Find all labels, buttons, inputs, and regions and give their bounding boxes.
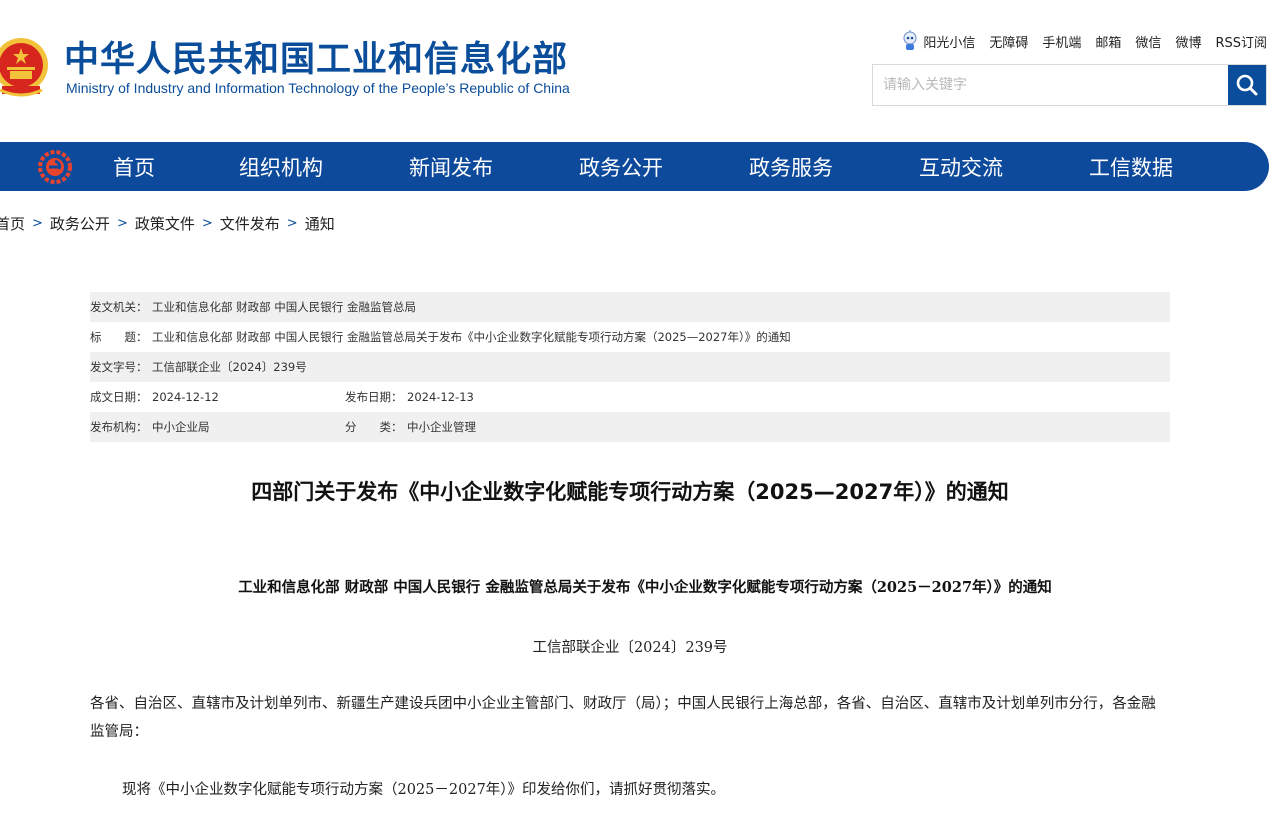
meta-row-org: 发布机构： 中小企业局 分 类： 中小企业管理 [90, 412, 1170, 442]
nav-item-interaction[interactable]: 互动交流 [919, 142, 1003, 191]
search-box [872, 64, 1267, 106]
meta-label: 分 类： [345, 420, 403, 434]
article-paragraph: 现将《中小企业数字化赋能专项行动方案（2025－2027年）》印发给你们，请抓好… [122, 782, 726, 798]
meta-label: 发布机构： [90, 420, 148, 434]
top-links: 阳光小信 无障碍 手机端 邮箱 微信 微博 RSS订阅 [901, 30, 1267, 52]
main-nav: 首页 组织机构 新闻发布 政务公开 政务服务 互动交流 工信数据 [0, 142, 1269, 191]
meta-row-docno: 发文字号： 工信部联企业〔2024〕239号 [90, 352, 1170, 382]
robot-mascot-icon [903, 30, 917, 50]
meta-value: 中小企业局 [152, 420, 210, 434]
meta-label: 发布日期： [345, 390, 403, 404]
breadcrumb-separator-icon: > [286, 216, 298, 231]
national-emblem-icon [0, 38, 48, 97]
nav-item-news[interactable]: 新闻发布 [409, 142, 493, 191]
top-link-weibo[interactable]: 微博 [1175, 32, 1201, 51]
document-meta-table: 发文机关： 工业和信息化部 财政部 中国人民银行 金融监管总局 标 题： 工业和… [90, 292, 1170, 442]
site-title[interactable]: 中华人民共和国工业和信息化部 [64, 38, 568, 82]
search-icon [1236, 74, 1258, 96]
site-subtitle: Ministry of Industry and Information Tec… [66, 80, 570, 96]
breadcrumb-separator-icon: > [201, 216, 213, 231]
top-link-mail[interactable]: 邮箱 [1095, 32, 1121, 51]
breadcrumb-separator-icon: > [32, 216, 43, 231]
meta-row-dates: 成文日期： 2024-12-12 发布日期： 2024-12-13 [90, 382, 1170, 412]
meta-label: 成文日期： [90, 390, 148, 404]
breadcrumb-gov-affairs[interactable]: 政务公开 [50, 213, 110, 234]
meta-label: 发文字号： [90, 360, 148, 374]
top-link-wechat[interactable]: 微信 [1135, 32, 1161, 51]
breadcrumb-policy-docs[interactable]: 政策文件 [135, 213, 195, 234]
breadcrumb-file-release[interactable]: 文件发布 [220, 213, 280, 234]
meta-value: 2024-12-13 [407, 390, 474, 404]
meta-value: 工业和信息化部 财政部 中国人民银行 金融监管总局 [152, 300, 416, 314]
meta-value: 2024-12-12 [152, 390, 219, 404]
article-title: 四部门关于发布《中小企业数字化赋能专项行动方案（2025—2027年）》的通知 [251, 480, 1009, 504]
meta-label: 发文机关： [90, 300, 148, 314]
article-doc-number: 工信部联企业〔2024〕239号 [532, 640, 728, 656]
search-button[interactable] [1228, 65, 1266, 105]
article-subtitle: 工业和信息化部 财政部 中国人民银行 金融监管总局关于发布《中小企业数字化赋能专… [238, 579, 1052, 596]
nav-item-organization[interactable]: 组织机构 [239, 142, 323, 191]
top-link-mobile[interactable]: 手机端 [1042, 32, 1081, 51]
top-link-accessibility[interactable]: 无障碍 [989, 32, 1028, 51]
breadcrumb-notice[interactable]: 通知 [305, 213, 335, 234]
nav-item-home[interactable]: 首页 [113, 142, 155, 191]
meta-row-title: 标 题： 工业和信息化部 财政部 中国人民银行 金融监管总局关于发布《中小企业数… [90, 322, 1170, 352]
meta-value: 中小企业管理 [407, 420, 476, 434]
search-input[interactable] [873, 65, 1228, 105]
breadcrumb-separator-icon: > [116, 216, 128, 231]
nav-item-gov-services[interactable]: 政务服务 [749, 142, 833, 191]
meta-value: 工业和信息化部 财政部 中国人民银行 金融监管总局关于发布《中小企业数字化赋能专… [152, 330, 791, 344]
breadcrumb-home[interactable]: 首页 [0, 213, 25, 234]
miit-logo-icon [38, 150, 72, 184]
meta-row-issuer: 发文机关： 工业和信息化部 财政部 中国人民银行 金融监管总局 [90, 292, 1170, 322]
nav-item-gov-affairs[interactable]: 政务公开 [579, 142, 663, 191]
meta-label: 标 题： [90, 330, 148, 344]
top-link-label: 阳光小信 [923, 35, 976, 51]
article-addressee: 各省、自治区、直辖市及计划单列市、新疆生产建设兵团中小企业主管部门、财政厅（局）… [90, 696, 1156, 740]
meta-value: 工信部联企业〔2024〕239号 [152, 360, 307, 374]
breadcrumb: 首页 > 政务公开 > 政策文件 > 文件发布 > 通知 [0, 213, 335, 234]
nav-item-data[interactable]: 工信数据 [1089, 142, 1173, 191]
top-link-rss[interactable]: RSS订阅 [1215, 32, 1267, 51]
top-link-yangguang[interactable]: 阳光小信 [901, 30, 975, 52]
